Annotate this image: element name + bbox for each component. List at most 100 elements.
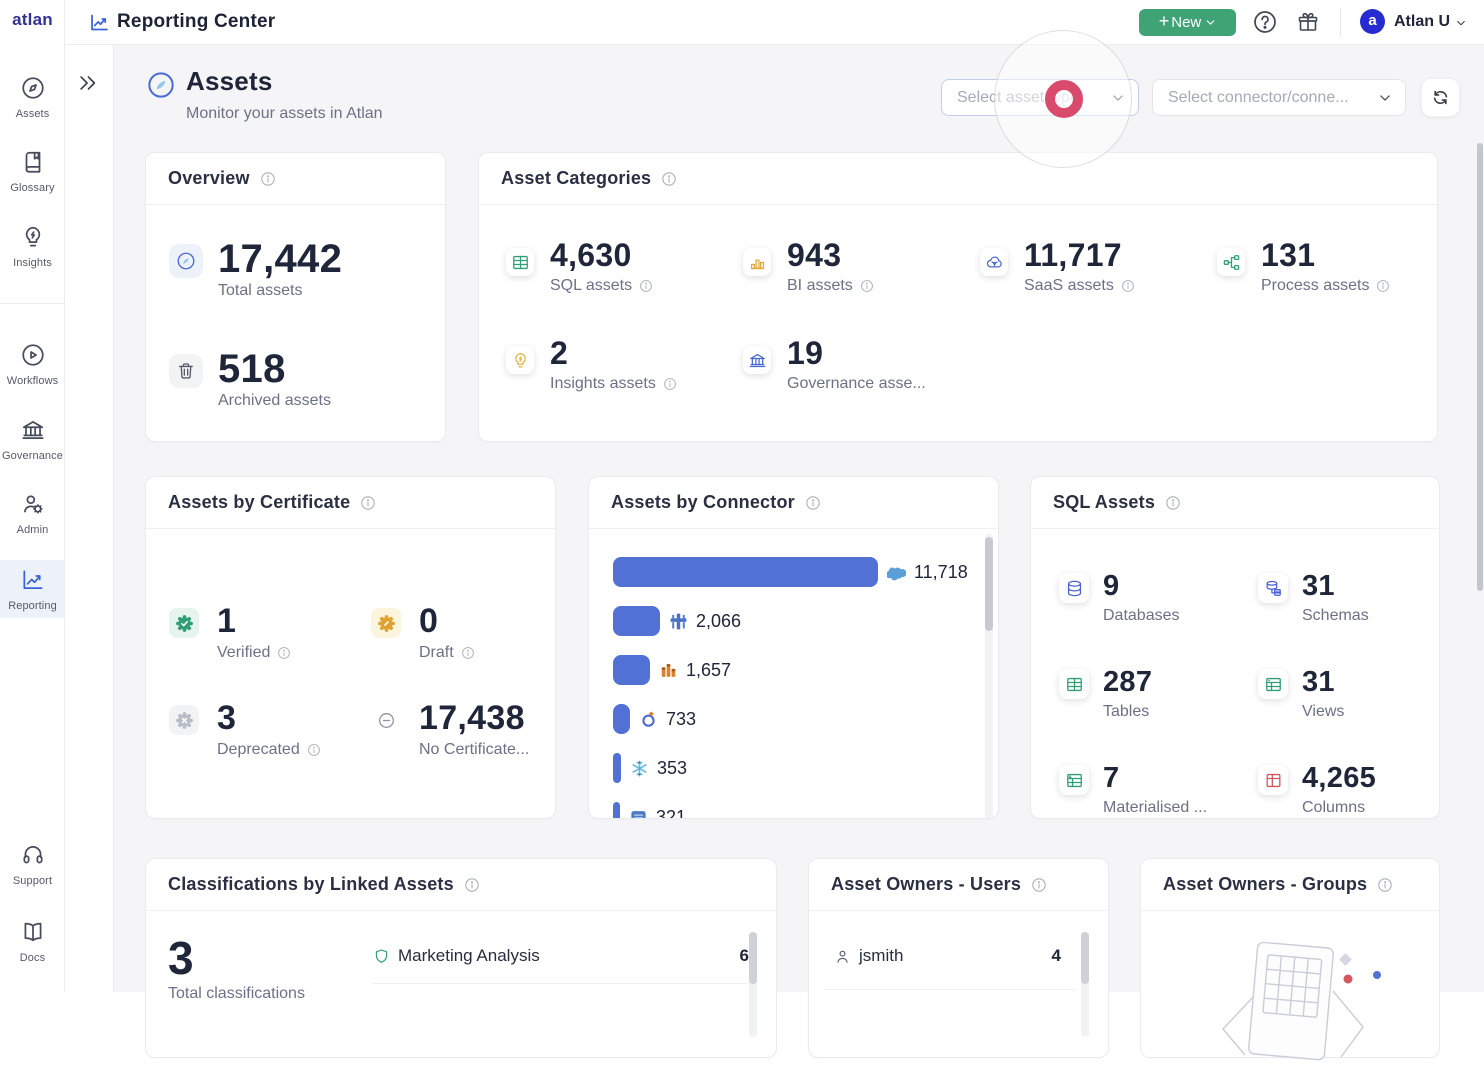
info-icon[interactable] (461, 646, 475, 660)
card-title: Overview (168, 168, 250, 189)
info-icon[interactable] (661, 171, 677, 187)
salesforce-icon (887, 563, 906, 582)
new-button-label: New (1171, 14, 1201, 31)
sidebar-item-reporting[interactable]: Reporting (0, 560, 65, 618)
assets-by-connector-card: Assets by Connector 11,718 2,066 1,657 (588, 476, 999, 819)
connector-bar-row[interactable]: 321 (613, 802, 686, 819)
compass-icon (147, 71, 175, 99)
avatar[interactable]: a (1360, 9, 1385, 34)
sidebar-item-label: Reporting (0, 600, 65, 612)
empty-state-illustration (1211, 929, 1411, 1065)
user-menu[interactable]: Atlan U (1394, 0, 1450, 44)
stat-value: 287 (1103, 666, 1152, 699)
card-scrollbar-track[interactable] (1081, 932, 1089, 1037)
admin-icon (20, 491, 46, 517)
refresh-icon (1431, 88, 1450, 107)
bar (613, 606, 660, 636)
sidebar-item-glossary[interactable]: Glossary (0, 147, 65, 194)
connector-select[interactable]: Select connector/conne... (1152, 79, 1406, 116)
shield-icon (373, 948, 390, 965)
card-scrollbar-thumb[interactable] (985, 537, 993, 631)
new-button[interactable]: +New (1139, 9, 1236, 36)
card-header: Classifications by Linked Assets (146, 859, 776, 911)
asset-type-select[interactable]: Select asset type (941, 79, 1139, 116)
info-icon[interactable] (663, 377, 677, 391)
connector-bar-row[interactable]: 2,066 (613, 606, 741, 636)
sidebar-item-workflows[interactable]: Workflows (0, 340, 65, 387)
info-icon[interactable] (307, 743, 321, 757)
info-icon[interactable] (464, 877, 480, 893)
book-icon (20, 149, 46, 175)
list-divider (823, 989, 1075, 990)
connector-bar-row[interactable]: 1,657 (613, 655, 731, 685)
user-list-item[interactable]: jsmith 4 (834, 935, 1061, 977)
sidebar-item-docs[interactable]: Docs (0, 917, 65, 964)
info-icon[interactable] (360, 495, 376, 511)
sidebar: atlan Assets Glossary Insights Workflows… (0, 0, 65, 992)
bar-value: 321 (656, 807, 686, 820)
stat-label-text: SaaS assets (1024, 277, 1114, 295)
page-title: Assets (186, 66, 272, 97)
card-scrollbar-thumb[interactable] (1081, 932, 1089, 984)
chevron-down-icon[interactable] (1455, 17, 1467, 29)
redshift-icon (659, 661, 678, 680)
classification-list-item[interactable]: Marketing Analysis 6 (373, 935, 749, 977)
bar-value: 353 (657, 758, 687, 779)
stat-columns: 4,265 Columns (1258, 762, 1457, 817)
sidebar-item-insights[interactable]: Insights (0, 222, 65, 269)
play-circle-icon (20, 342, 46, 368)
card-header: Asset Categories (479, 153, 1437, 205)
minus-circle-icon (371, 705, 401, 735)
info-icon[interactable] (805, 495, 821, 511)
sidebar-item-label: Insights (0, 257, 65, 269)
info-icon[interactable] (1377, 877, 1393, 893)
stat-value: 31 (1302, 666, 1344, 699)
help-icon[interactable] (1252, 9, 1278, 35)
collapsed-filter-panel (65, 45, 114, 992)
page-scrollbar-thumb[interactable] (1477, 143, 1483, 591)
stat-label: Views (1302, 703, 1344, 721)
line-chart-icon (20, 567, 46, 593)
card-scrollbar-thumb[interactable] (749, 932, 757, 984)
connector-bar-row[interactable]: 353 (613, 753, 687, 783)
stat-value: 31 (1302, 570, 1369, 603)
sidebar-item-assets[interactable]: Assets (0, 73, 65, 120)
glue-icon (629, 808, 648, 820)
info-icon[interactable] (277, 646, 291, 660)
gift-icon[interactable] (1296, 10, 1320, 34)
double-chevron-right-icon[interactable] (77, 72, 99, 94)
stat-label-text: BI assets (787, 277, 853, 295)
info-icon[interactable] (1031, 877, 1047, 893)
info-icon[interactable] (260, 171, 276, 187)
connector-bar-row[interactable]: 733 (613, 704, 696, 734)
info-icon[interactable] (860, 279, 874, 293)
sidebar-item-admin[interactable]: Admin (0, 489, 65, 536)
bar-value: 2,066 (696, 611, 741, 632)
card-scrollbar-track[interactable] (985, 534, 993, 819)
sidebar-item-support[interactable]: Support (0, 840, 65, 887)
card-scrollbar-track[interactable] (749, 932, 757, 1037)
info-icon[interactable] (1121, 279, 1135, 293)
process-icon (1217, 248, 1245, 276)
asset-categories-card: Asset Categories 4,630 SQL assets 943 (478, 152, 1438, 442)
list-item-count: 6 (740, 946, 749, 966)
sidebar-item-label: Support (0, 875, 65, 887)
card-title: Asset Categories (501, 168, 651, 189)
stat-value: 4,265 (1302, 762, 1376, 795)
stat-deprecated: 3 Deprecated (169, 700, 371, 759)
snowflake-icon (630, 759, 649, 778)
stat-verified: 1 Verified (169, 603, 371, 662)
chevron-down-icon (1378, 91, 1392, 105)
sidebar-item-governance[interactable]: Governance (0, 415, 65, 462)
verified-badge-icon (169, 608, 199, 638)
list-item-name: Marketing Analysis (398, 946, 540, 966)
connector-bar-row[interactable]: 11,718 (613, 557, 968, 587)
topbar: Reporting Center +New a Atlan U (65, 0, 1484, 45)
sidebar-item-label: Glossary (0, 182, 65, 194)
stat-views: 31 Views (1258, 666, 1457, 721)
card-header: Assets by Connector (589, 477, 998, 529)
info-icon[interactable] (639, 279, 653, 293)
info-icon[interactable] (1376, 279, 1390, 293)
info-icon[interactable] (1165, 495, 1181, 511)
refresh-button[interactable] (1421, 78, 1460, 117)
